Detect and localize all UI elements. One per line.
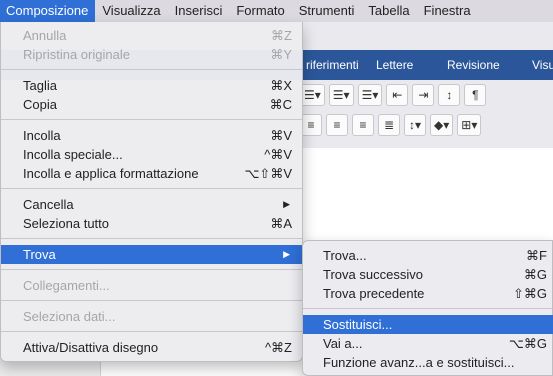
menu-separator — [1, 238, 302, 239]
menu-item-find[interactable]: Trova ▶ — [1, 245, 302, 264]
menu-separator — [1, 331, 302, 332]
shading-button[interactable]: ◆▾ — [430, 114, 454, 136]
menu-inserisci[interactable]: Inserisci — [168, 0, 230, 22]
align-left-button[interactable]: ≡ — [300, 114, 322, 136]
toolbar-row-1: ☰▾ ☰▾ ☰▾ ⇤ ⇥ ↕ ¶ — [300, 82, 487, 108]
submenu-item-find-next[interactable]: Trova successivo ⌘G — [303, 265, 553, 284]
menu-item-copy[interactable]: Copia ⌘C — [1, 95, 302, 114]
menu-item-select-data: Seleziona dati... — [23, 309, 116, 324]
menu-tabella[interactable]: Tabella — [361, 0, 416, 22]
decrease-indent-button[interactable]: ⇤ — [386, 84, 409, 106]
find-submenu: Trova... ⌘F Trova successivo ⌘G Trova pr… — [302, 240, 553, 376]
sort-button[interactable]: ↕ — [438, 84, 461, 106]
menu-separator — [1, 119, 302, 120]
submenu-item-go-to[interactable]: Vai a... ⌥⌘G — [303, 334, 553, 353]
menu-visualizza[interactable]: Visualizza — [95, 0, 167, 22]
menu-separator — [303, 308, 552, 309]
menu-formato[interactable]: Formato — [229, 0, 291, 22]
edit-menu: Annulla ⌘Z Ripristina originale ⌘Y Tagli… — [0, 22, 303, 362]
submenu-arrow-icon: ▶ — [283, 249, 290, 259]
menu-separator — [1, 69, 302, 70]
menu-item-paste-match-format[interactable]: Incolla e applica formattazione ⌥⇧⌘V — [1, 164, 302, 183]
justify-button[interactable]: ≣ — [378, 114, 400, 136]
menu-bar: Composizione Visualizza Inserisci Format… — [0, 0, 553, 22]
menu-item-clear[interactable]: Cancella ▶ — [1, 195, 302, 214]
menu-separator — [1, 269, 302, 270]
borders-button[interactable]: ⊞▾ — [457, 114, 482, 136]
pilcrow-button[interactable]: ¶ — [464, 84, 487, 106]
tab-revisione[interactable]: Revisione — [447, 50, 500, 80]
menu-item-links: Collegamenti... — [23, 278, 110, 293]
submenu-item-find-previous[interactable]: Trova precedente ⇧⌘G — [303, 284, 553, 303]
submenu-item-find[interactable]: Trova... ⌘F — [303, 246, 553, 265]
multilevel-list-button[interactable]: ☰▾ — [357, 84, 383, 106]
tab-riferimenti[interactable]: riferimenti — [306, 50, 359, 80]
submenu-arrow-icon: ▶ — [283, 199, 290, 209]
bullets-button[interactable]: ☰▾ — [300, 84, 325, 106]
submenu-item-replace[interactable]: Sostituisci... — [303, 315, 553, 334]
menu-item-select-all[interactable]: Seleziona tutto ⌘A — [1, 214, 302, 233]
align-center-button[interactable]: ≡ — [326, 114, 348, 136]
submenu-item-advanced-find-replace[interactable]: Funzione avanz...a e sostituisci... — [303, 353, 553, 372]
numbering-button[interactable]: ☰▾ — [328, 84, 354, 106]
menu-item-toggle-drawing[interactable]: Attiva/Disattiva disegno ^⌘Z — [1, 338, 302, 357]
menu-item-undo: Annulla ⌘Z — [23, 28, 292, 43]
menu-item-restore-original: Ripristina originale ⌘Y — [23, 47, 292, 62]
toolbar-row-2: ≡ ≡ ≡ ≣ ↕▾ ◆▾ ⊞▾ — [300, 112, 482, 138]
menu-item-paste-special[interactable]: Incolla speciale... ^⌘V — [1, 145, 302, 164]
menu-separator — [1, 188, 302, 189]
menu-separator — [1, 300, 302, 301]
increase-indent-button[interactable]: ⇥ — [412, 84, 435, 106]
menu-item-cut[interactable]: Taglia ⌘X — [1, 76, 302, 95]
menu-strumenti[interactable]: Strumenti — [292, 0, 362, 22]
tab-lettere[interactable]: Lettere — [376, 50, 413, 80]
menu-item-paste[interactable]: Incolla ⌘V — [1, 126, 302, 145]
tab-visualizza[interactable]: Visu — [532, 50, 553, 80]
align-right-button[interactable]: ≡ — [352, 114, 374, 136]
menu-composizione[interactable]: Composizione — [0, 0, 96, 22]
line-spacing-button[interactable]: ↕▾ — [404, 114, 426, 136]
menu-finestra[interactable]: Finestra — [417, 0, 478, 22]
